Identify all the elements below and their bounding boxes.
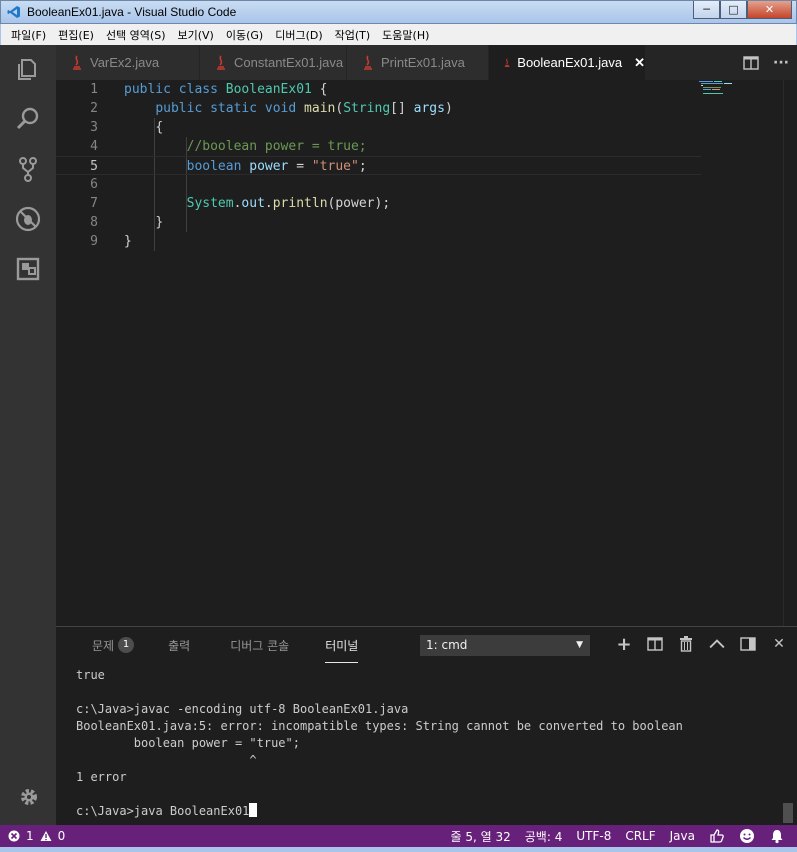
maximize-panel-icon[interactable]	[709, 636, 725, 652]
code-line-1: 1 public class BooleanEx01 {	[90, 82, 328, 97]
maximize-button[interactable]: □	[720, 1, 747, 19]
tab-constantex01[interactable]: ConstantEx01.java	[200, 45, 347, 80]
java-file-icon	[504, 58, 510, 67]
terminal-line: 1 error	[76, 770, 127, 784]
settings-gear-icon[interactable]	[18, 786, 40, 808]
split-editor-icon[interactable]	[743, 55, 759, 70]
error-count: 1	[26, 829, 34, 843]
window-border	[0, 847, 797, 852]
panel-actions: + ✕	[616, 634, 787, 655]
search-icon[interactable]	[14, 105, 42, 133]
java-file-icon	[73, 54, 81, 70]
menu-go[interactable]: 이동(G)	[220, 27, 269, 43]
window-title-bar: BooleanEx01.java - Visual Studio Code ─ …	[0, 0, 797, 24]
close-tab-icon[interactable]: ✕	[634, 55, 645, 71]
terminal-scrollbar[interactable]	[783, 803, 793, 823]
terminal-output[interactable]: true c:\Java>javac -encoding utf-8 Boole…	[76, 667, 776, 820]
menu-debug[interactable]: 디버그(D)	[269, 27, 328, 43]
code-line-5: 5 boolean power = "true";	[56, 156, 701, 175]
code-line-6: 6	[90, 177, 98, 192]
menu-edit[interactable]: 편집(E)	[52, 27, 100, 43]
language-mode[interactable]: Java	[670, 829, 695, 843]
more-actions-icon[interactable]: ···	[773, 55, 789, 71]
tab-problems[interactable]: 문제 1	[92, 637, 135, 654]
terminal-line: BooleanEx01.java:5: error: incompatible …	[76, 719, 683, 733]
tab-booleanex01[interactable]: BooleanEx01.java ✕	[489, 45, 646, 80]
terminal-cursor	[249, 803, 258, 817]
menu-bar: 파일(F) 편집(E) 선택 영역(S) 보기(V) 이동(G) 디버그(D) …	[0, 24, 797, 45]
terminal-select[interactable]: 1: cmd ▼	[420, 635, 590, 656]
code-line-7: 7 System.out.println(power);	[90, 196, 391, 211]
tab-label: BooleanEx01.java	[517, 55, 623, 70]
activity-bar	[0, 45, 56, 825]
menu-help[interactable]: 도움말(H)	[376, 27, 435, 43]
tab-debug-console[interactable]: 디버그 콘솔	[230, 637, 289, 654]
menu-tasks[interactable]: 작업(T)	[329, 27, 377, 43]
editor-actions: ···	[743, 45, 789, 80]
indentation[interactable]: 공백: 4	[525, 828, 563, 845]
problems-count-badge: 1	[118, 637, 135, 653]
close-window-button[interactable]: ✕	[747, 1, 792, 19]
warning-count: 0	[57, 829, 66, 843]
menu-view[interactable]: 보기(V)	[171, 27, 219, 43]
menu-file[interactable]: 파일(F)	[5, 27, 52, 43]
warning-icon	[40, 831, 52, 841]
java-file-icon	[217, 54, 225, 70]
terminal-line: ^	[76, 753, 257, 767]
thumbs-up-icon[interactable]	[709, 828, 725, 844]
problems-status[interactable]: 1 0	[0, 829, 65, 843]
code-line-2: 2 public static void main(String[] args)	[90, 101, 453, 116]
close-panel-icon[interactable]: ✕	[771, 636, 787, 652]
tab-terminal[interactable]: 터미널	[325, 637, 359, 663]
code-line-8: 8 }	[90, 215, 164, 230]
terminal-prompt[interactable]: c:\Java>java BooleanEx01	[76, 803, 776, 820]
terminal-line: boolean power = "true";	[76, 736, 300, 750]
menu-selection[interactable]: 선택 영역(S)	[100, 27, 172, 43]
end-of-line[interactable]: CRLF	[625, 829, 655, 843]
tab-label: VarEx2.java	[90, 55, 160, 70]
encoding[interactable]: UTF-8	[576, 829, 611, 843]
code-editor[interactable]: 1 public class BooleanEx01 { 2 public sta…	[56, 80, 797, 626]
code-line-3: 3 {	[90, 120, 164, 135]
explorer-icon[interactable]	[14, 55, 42, 83]
minimap[interactable]	[697, 80, 737, 100]
trash-icon[interactable]	[678, 636, 694, 652]
debug-icon[interactable]	[14, 205, 42, 233]
panel-layout-icon[interactable]	[740, 636, 756, 652]
editor-scrollbar[interactable]	[783, 80, 797, 626]
tab-label: ConstantEx01.java	[234, 55, 344, 70]
new-terminal-button[interactable]: +	[616, 634, 632, 655]
tab-output[interactable]: 출력	[168, 637, 190, 654]
tab-printex01[interactable]: PrintEx01.java	[347, 45, 489, 80]
code-line-4: 4 //boolean power = true;	[90, 139, 367, 154]
bottom-panel: 문제 1 출력 디버그 콘솔 터미널 1: cmd ▼ + ✕ true c:\Ja…	[56, 626, 797, 825]
vscode-logo-icon	[7, 6, 20, 18]
source-control-icon[interactable]	[14, 155, 42, 183]
minimize-button[interactable]: ─	[693, 1, 720, 19]
notification-bell-icon[interactable]	[769, 828, 785, 844]
window-title: BooleanEx01.java - Visual Studio Code	[27, 5, 237, 19]
tab-varex2[interactable]: VarEx2.java	[56, 45, 200, 80]
cursor-position[interactable]: 줄 5, 열 32	[451, 828, 511, 845]
smiley-feedback-icon[interactable]	[739, 828, 755, 844]
extensions-icon[interactable]	[14, 255, 42, 283]
split-terminal-icon[interactable]	[647, 636, 663, 652]
terminal-line: c:\Java>javac -encoding utf-8 BooleanEx0…	[76, 702, 409, 716]
tab-label: PrintEx01.java	[381, 55, 465, 70]
status-bar: 1 0 줄 5, 열 32 공백: 4 UTF-8 CRLF Java	[0, 825, 797, 847]
terminal-line: true	[76, 668, 105, 682]
chevron-down-icon: ▼	[576, 640, 583, 650]
error-icon	[8, 830, 20, 842]
editor-tabs: VarEx2.java ConstantEx01.java PrintEx01.…	[56, 45, 797, 80]
code-line-9: 9}	[90, 234, 132, 249]
java-file-icon	[364, 54, 372, 70]
